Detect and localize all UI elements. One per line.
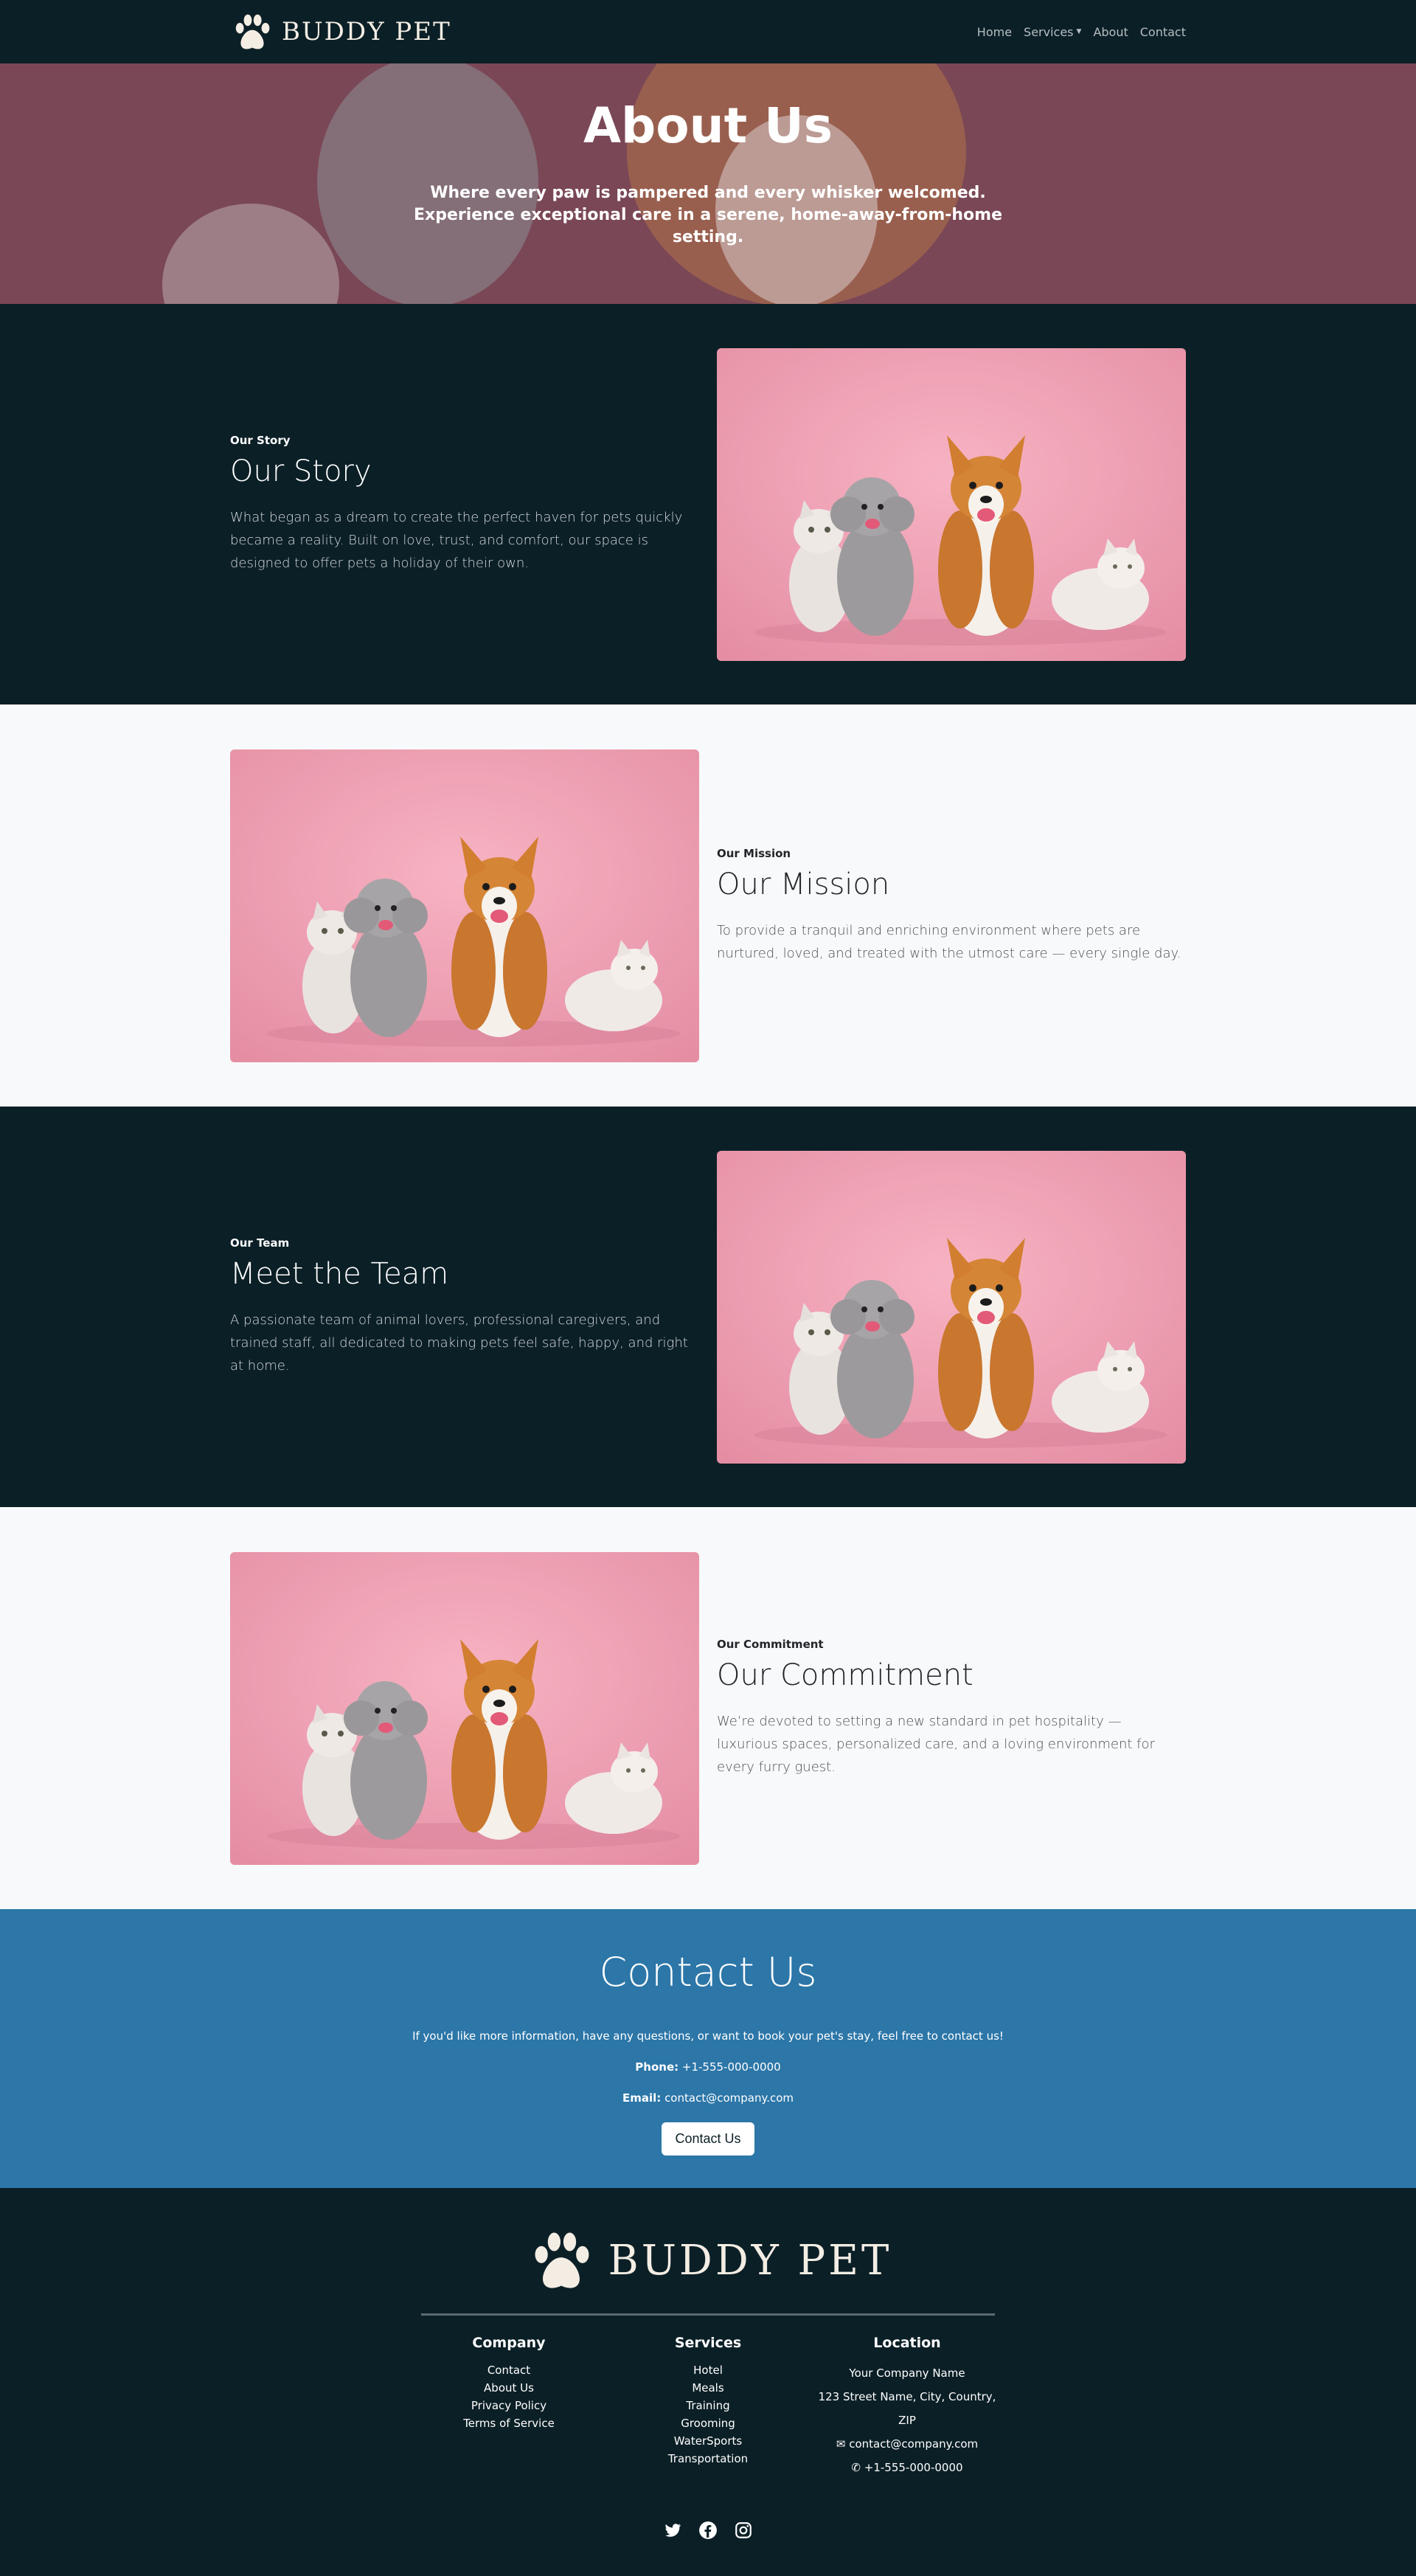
section-heading: Our Mission [717, 867, 890, 901]
phone-icon: ✆ [851, 2461, 861, 2474]
story-section: Our Story Our Story What began as a drea… [0, 304, 1416, 704]
location-phone-value: +1-555-000-0000 [864, 2461, 963, 2474]
facebook-icon[interactable] [698, 2521, 718, 2540]
footer: BUDDY PET Company Contact About Us Priva… [0, 2188, 1416, 2576]
footer-link-grooming[interactable]: Grooming [612, 2414, 804, 2432]
nav-links: Home Services ▼ About Contact [977, 25, 1186, 39]
footer-divider [421, 2313, 995, 2316]
footer-brand-name: BUDDY PET [608, 2236, 892, 2285]
social-links [0, 2521, 1416, 2540]
footer-link-transportation[interactable]: Transportation [612, 2450, 804, 2468]
section-body: To provide a tranquil and enriching envi… [717, 922, 1181, 961]
section-kicker: Our Mission [717, 846, 791, 860]
nav-contact[interactable]: Contact [1140, 25, 1186, 39]
footer-link-watersports[interactable]: WaterSports [612, 2432, 804, 2450]
mission-section: Our Mission Our Mission To provide a tra… [0, 704, 1416, 1107]
contact-email: Email: contact@company.com [0, 2091, 1416, 2105]
section-kicker: Our Story [230, 434, 291, 447]
paw-icon [524, 2225, 598, 2296]
email-label: Email: [622, 2091, 662, 2105]
caret-down-icon: ▼ [1076, 28, 1082, 35]
contact-title: Contact Us [599, 1949, 817, 1995]
section-kicker: Our Team [230, 1236, 290, 1250]
footer-link-privacy[interactable]: Privacy Policy [413, 2397, 605, 2414]
footer-services-column: Services Hotel Meals Training Grooming W… [612, 2335, 804, 2479]
footer-link-terms[interactable]: Terms of Service [413, 2414, 605, 2432]
column-title: Company [472, 2335, 546, 2351]
section-heading: Our Commitment [717, 1658, 974, 1692]
pets-photo [717, 1151, 1186, 1464]
section-kicker: Our Commitment [717, 1638, 824, 1651]
section-body: What began as a dream to create the perf… [230, 510, 683, 571]
team-section: Our Team Meet the Team A passionate team… [0, 1107, 1416, 1507]
location-email: ✉ contact@company.com [811, 2432, 1003, 2456]
brand-name: BUDDY PET [282, 17, 451, 46]
nav-services-dropdown[interactable]: Services ▼ [1024, 25, 1081, 39]
commitment-section: Our Commitment Our Commitment We’re devo… [0, 1507, 1416, 1909]
page-title: About Us [583, 97, 833, 154]
footer-company-column: Company Contact About Us Privacy Policy … [413, 2335, 605, 2479]
instagram-icon[interactable] [734, 2521, 753, 2540]
phone-value: +1-555-000-0000 [681, 2060, 781, 2074]
phone-label: Phone: [635, 2060, 679, 2074]
footer-location-column: Location Your Company Name 123 Street Na… [811, 2335, 1003, 2479]
section-heading: Our Story [230, 454, 372, 488]
hero-subtitle: Where every paw is pampered and every wh… [413, 184, 1003, 246]
footer-logo[interactable]: BUDDY PET [0, 2225, 1416, 2296]
company-address: 123 Street Name, City, Country, ZIP [818, 2390, 996, 2427]
nav-home[interactable]: Home [977, 25, 1012, 39]
paw-icon [230, 10, 274, 54]
twitter-icon[interactable] [663, 2521, 682, 2540]
footer-link-contact[interactable]: Contact [413, 2361, 605, 2379]
company-name: Your Company Name [849, 2366, 965, 2380]
contact-phone: Phone: +1-555-000-0000 [0, 2060, 1416, 2074]
pets-photo [230, 1552, 699, 1865]
contact-us-button[interactable]: Contact Us [662, 2122, 754, 2156]
footer-link-hotel[interactable]: Hotel [612, 2361, 804, 2379]
column-title: Services [674, 2335, 742, 2351]
contact-intro: If you'd like more information, have any… [412, 2029, 1004, 2043]
navbar: BUDDY PET Home Services ▼ About Contact [0, 0, 1416, 63]
contact-section: Contact Us If you'd like more informatio… [0, 1909, 1416, 2188]
section-heading: Meet the Team [230, 1257, 449, 1291]
location-phone: ✆ +1-555-000-0000 [811, 2456, 1003, 2479]
footer-link-about[interactable]: About Us [413, 2379, 605, 2397]
location-email-value: contact@company.com [849, 2437, 979, 2451]
nav-services-label: Services [1024, 24, 1074, 39]
section-body: A passionate team of animal lovers, prof… [230, 1312, 688, 1374]
email-value: contact@company.com [664, 2091, 794, 2105]
section-body: We’re devoted to setting a new standard … [717, 1714, 1155, 1775]
footer-link-meals[interactable]: Meals [612, 2379, 804, 2397]
pets-photo [717, 348, 1186, 661]
pets-photo [230, 749, 699, 1062]
envelope-icon: ✉ [836, 2437, 846, 2451]
nav-about[interactable]: About [1093, 25, 1128, 39]
column-title: Location [873, 2335, 941, 2351]
footer-link-training[interactable]: Training [612, 2397, 804, 2414]
brand-logo[interactable]: BUDDY PET [230, 10, 451, 54]
hero-banner: About Us Where every paw is pampered and… [0, 63, 1416, 304]
